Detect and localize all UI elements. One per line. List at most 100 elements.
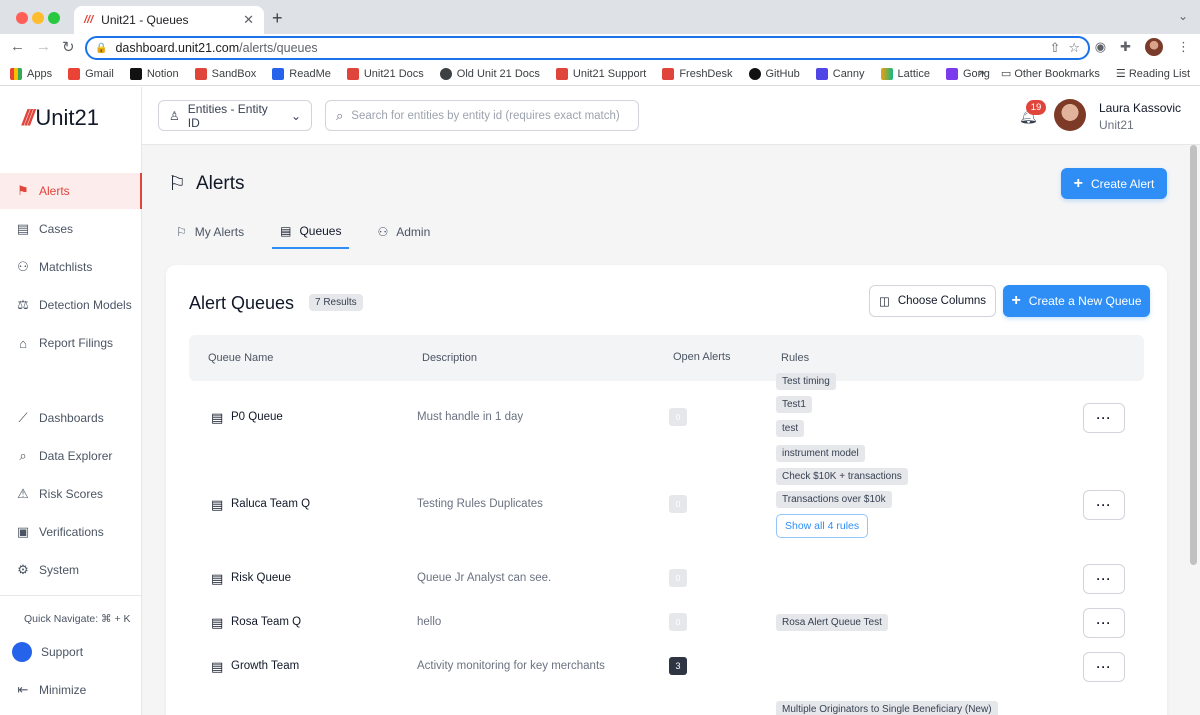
- choose-columns-button[interactable]: ◫ Choose Columns: [869, 285, 996, 317]
- maximize-window-button[interactable]: [48, 12, 60, 24]
- rule-chip: Transactions over $10k: [776, 491, 892, 508]
- rule-chip: Test1: [776, 396, 812, 413]
- row-actions-button[interactable]: ···: [1083, 608, 1125, 638]
- sidebar: /// Unit21 ⚑ Alerts ▤ Cases ⚇ Matchlists…: [0, 87, 142, 715]
- reading-list-icon: ☰: [1115, 68, 1126, 80]
- clipboard-icon: ▤: [211, 615, 224, 630]
- results-count-badge: 7 Results: [309, 294, 363, 311]
- quick-navigate-hint: Quick Navigate: ⌘ + K: [24, 613, 131, 625]
- row-actions-button[interactable]: ···: [1083, 652, 1125, 682]
- clipboard-icon: ▤: [211, 497, 224, 512]
- bookmarks-bar: Apps Gmail Notion SandBox ReadMe Unit21 …: [0, 62, 1200, 86]
- clipboard-icon: ▤: [280, 224, 292, 238]
- sidebar-item-cases[interactable]: ▤ Cases: [0, 211, 142, 247]
- collapse-left-icon: ⇤: [17, 682, 29, 697]
- bookmark-unit21-support[interactable]: Unit21 Support: [555, 67, 646, 80]
- clipboard-icon: ▤: [211, 410, 224, 425]
- bookmark-canny[interactable]: Canny: [815, 67, 865, 80]
- show-all-rules-button[interactable]: Show all 4 rules: [776, 514, 869, 538]
- page-scrollbar[interactable]: [1190, 145, 1197, 565]
- chevron-down-icon: ⌄: [290, 108, 301, 123]
- flag-icon: ⚐: [168, 173, 186, 195]
- bookmark-old-unit21-docs[interactable]: Old Unit 21 Docs: [439, 67, 540, 80]
- minimize-window-button[interactable]: [32, 12, 44, 24]
- tab-search-chevron-icon[interactable]: ⌄: [1178, 9, 1188, 23]
- close-tab-icon[interactable]: ✕: [243, 12, 254, 28]
- back-arrow-icon[interactable]: ←: [10, 38, 25, 55]
- sidebar-item-report-filings[interactable]: ⌂ Report Filings: [0, 325, 142, 361]
- unit21-logo[interactable]: /// Unit21: [22, 105, 99, 131]
- entity-search[interactable]: ⌕: [325, 100, 639, 131]
- close-window-button[interactable]: [16, 12, 28, 24]
- logo-text: Unit21: [35, 105, 99, 130]
- other-bookmarks[interactable]: ▭ Other Bookmarks: [1001, 67, 1100, 80]
- rule-chip: Multiple Originators to Single Beneficia…: [776, 701, 998, 715]
- address-bar[interactable]: 🔒 dashboard.unit21.com/alerts/queues ⇧ ☆: [85, 36, 1090, 60]
- user-avatar[interactable]: [1054, 99, 1086, 131]
- sidebar-item-system[interactable]: ⚙ System: [0, 552, 142, 588]
- clipboard-icon: ▤: [211, 659, 224, 674]
- sidebar-item-risk-scores[interactable]: ⚠ Risk Scores: [0, 476, 142, 512]
- sidebar-item-dashboards[interactable]: ⟋ Dashboards: [0, 400, 142, 436]
- share-icon[interactable]: ⇧: [1049, 40, 1060, 56]
- sidebar-item-data-explorer[interactable]: ⌕ Data Explorer: [0, 438, 142, 474]
- table-header: Queue Name Description Open Alerts Rules: [189, 335, 1144, 381]
- reading-list[interactable]: ☰ Reading List: [1116, 67, 1190, 80]
- bookmark-gmail[interactable]: Gmail: [68, 67, 114, 80]
- minimize-sidebar-button[interactable]: ⇤ Minimize: [0, 672, 142, 708]
- page-title: ⚐ Alerts: [168, 172, 245, 196]
- unit21-icon: [346, 67, 359, 80]
- gmail-icon: [68, 67, 81, 80]
- row-actions-button[interactable]: ···: [1083, 490, 1125, 520]
- entity-search-input[interactable]: [351, 109, 622, 122]
- profile-avatar-icon[interactable]: [1145, 38, 1163, 56]
- extension-icon[interactable]: ◉: [1095, 39, 1106, 55]
- sidebar-item-verifications[interactable]: ▣ Verifications: [0, 514, 142, 550]
- support-chat-icon: [12, 642, 32, 662]
- unit21-icon: [194, 67, 207, 80]
- user-name[interactable]: Laura Kassovic: [1099, 101, 1181, 115]
- reload-icon[interactable]: ↻: [62, 38, 75, 56]
- data-search-icon: ⌕: [19, 448, 27, 463]
- user-check-icon: ⚇: [377, 225, 389, 239]
- sidebar-item-matchlists[interactable]: ⚇ Matchlists: [0, 249, 142, 285]
- alerts-subtabs: ⚐ My Alerts ▤ Queues ⚇ Admin: [168, 215, 438, 249]
- tab-admin[interactable]: ⚇ Admin: [369, 215, 438, 249]
- address-url: dashboard.unit21.com/alerts/queues: [115, 41, 318, 55]
- forward-arrow-icon[interactable]: →: [36, 38, 51, 55]
- lattice-icon: [880, 67, 893, 80]
- support-button[interactable]: Support: [0, 634, 142, 670]
- puzzle-icon[interactable]: ✚: [1120, 39, 1131, 55]
- gong-icon: [945, 67, 958, 80]
- user-plus-icon: ⚇: [17, 259, 29, 274]
- rule-chip: Rosa Alert Queue Test: [776, 614, 888, 631]
- column-open-alerts[interactable]: Open Alerts: [673, 351, 730, 363]
- kebab-menu-icon[interactable]: ⋮: [1177, 39, 1190, 55]
- row-actions-button[interactable]: ···: [1083, 403, 1125, 433]
- entity-type-select[interactable]: ♙ Entities - Entity ID ⌄: [158, 100, 312, 131]
- bookmark-freshdesk[interactable]: FreshDesk: [662, 67, 733, 80]
- bookmark-unit21-docs[interactable]: Unit21 Docs: [346, 67, 424, 80]
- sidebar-item-detection-models[interactable]: ⚖ Detection Models: [0, 287, 142, 323]
- more-bookmarks-chevron-icon[interactable]: »: [979, 67, 985, 80]
- open-alerts-count: 0: [669, 408, 687, 426]
- row-actions-button[interactable]: ···: [1083, 564, 1125, 594]
- bookmark-readme[interactable]: ReadMe: [272, 67, 331, 80]
- bookmark-sandbox[interactable]: SandBox: [194, 67, 256, 80]
- create-queue-button[interactable]: + Create a New Queue: [1003, 285, 1150, 317]
- new-tab-icon[interactable]: +: [272, 8, 283, 29]
- tab-my-alerts[interactable]: ⚐ My Alerts: [168, 215, 252, 249]
- column-description[interactable]: Description: [422, 352, 477, 364]
- create-alert-button[interactable]: + Create Alert: [1061, 168, 1167, 199]
- tab-queues[interactable]: ▤ Queues: [272, 215, 350, 249]
- bookmark-notion[interactable]: Notion: [129, 67, 179, 80]
- bookmark-star-icon[interactable]: ☆: [1068, 40, 1080, 56]
- column-rules[interactable]: Rules: [781, 352, 809, 364]
- column-queue-name[interactable]: Queue Name: [208, 352, 273, 364]
- bookmark-lattice[interactable]: Lattice: [880, 67, 930, 80]
- open-alerts-count: 0: [669, 613, 687, 631]
- browser-tab-active[interactable]: /// Unit21 - Queues ✕: [74, 6, 264, 34]
- sidebar-item-alerts[interactable]: ⚑ Alerts: [0, 173, 142, 209]
- bookmark-github[interactable]: GitHub: [748, 67, 800, 80]
- bookmark-apps[interactable]: Apps: [10, 67, 52, 80]
